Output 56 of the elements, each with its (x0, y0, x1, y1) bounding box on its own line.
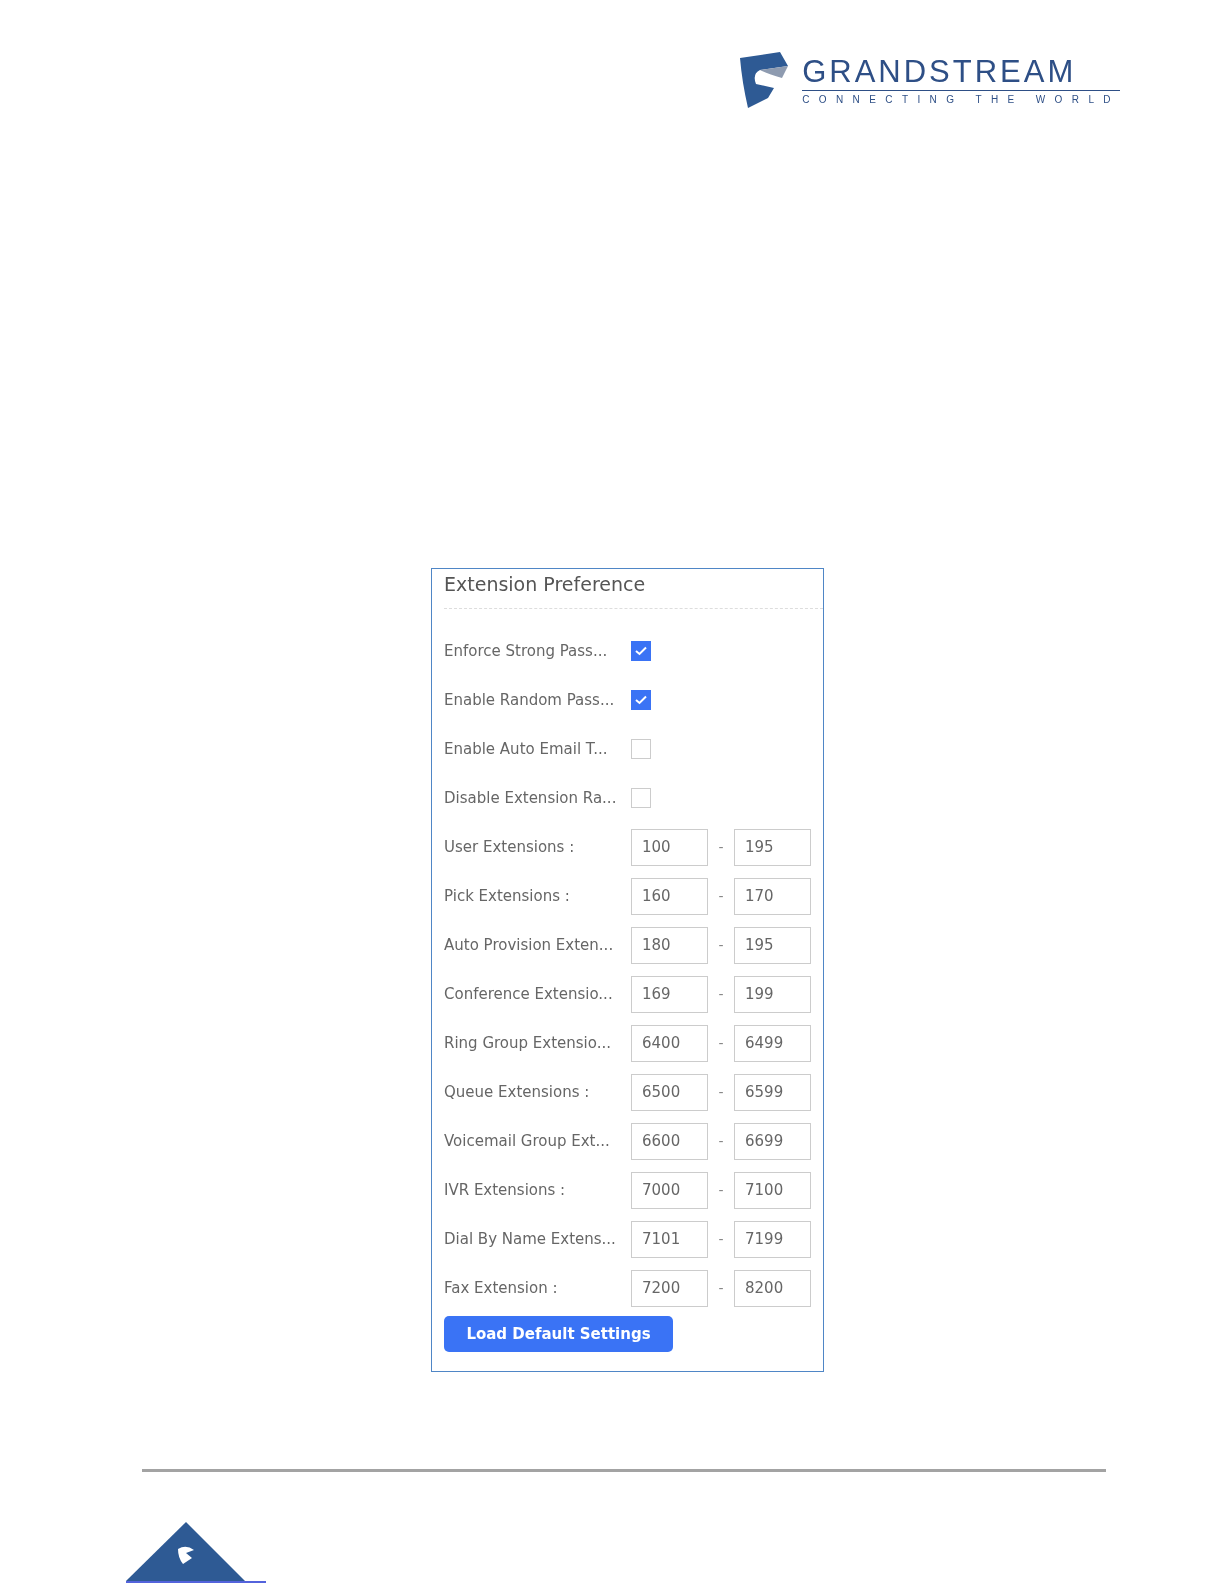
range-end-field[interactable]: 170 (734, 877, 811, 915)
range-start-field[interactable]: 6600 (631, 1122, 708, 1160)
range-separator: - (717, 1084, 725, 1100)
range-end-field[interactable]: 199 (734, 975, 811, 1013)
range-end-field[interactable]: 195 (734, 828, 811, 866)
checkbox[interactable] (631, 788, 651, 808)
range-start-field[interactable]: 7200 (631, 1269, 708, 1307)
range-start-field[interactable]: 180 (631, 926, 708, 964)
logo-name: GRANDSTREAM (802, 55, 1120, 91)
range-end-field[interactable]: 6499 (734, 1024, 811, 1062)
range-separator: - (717, 1280, 725, 1296)
checkbox[interactable] (631, 690, 651, 710)
footer-logo-icon (126, 1522, 266, 1584)
setting-label: Conference Extensio... (444, 985, 614, 1003)
checkbox[interactable] (631, 641, 651, 661)
checkbox[interactable] (631, 739, 651, 759)
range-separator: - (717, 1231, 725, 1247)
setting-label: User Extensions : (444, 838, 576, 856)
setting-label: Voicemail Group Ext... (444, 1132, 611, 1150)
setting-label: Enable Auto Email T... (444, 740, 609, 758)
setting-label: Enforce Strong Pass... (444, 642, 609, 660)
range-separator: - (717, 1182, 725, 1198)
range-start-field[interactable]: 7000 (631, 1171, 708, 1209)
range-end-field[interactable]: 7100 (734, 1171, 811, 1209)
range-end-field[interactable]: 6599 (734, 1073, 811, 1111)
range-end-field[interactable]: 8200 (734, 1269, 811, 1307)
check-icon (635, 646, 647, 656)
check-icon (635, 695, 647, 705)
range-start-field[interactable]: 6400 (631, 1024, 708, 1062)
panel-title: Extension Preference (444, 569, 823, 609)
range-end-field[interactable]: 7199 (734, 1220, 811, 1258)
setting-label: Enable Random Pass... (444, 691, 616, 709)
range-start-field[interactable]: 6500 (631, 1073, 708, 1111)
load-defaults-button[interactable]: Load Default Settings (444, 1316, 673, 1352)
logo-tagline: CONNECTING THE WORLD (802, 94, 1120, 105)
setting-label: IVR Extensions : (444, 1181, 567, 1199)
setting-label: Auto Provision Exten... (444, 936, 615, 954)
setting-label: Pick Extensions : (444, 887, 571, 905)
range-start-field[interactable]: 100 (631, 828, 708, 866)
range-start-field[interactable]: 7101 (631, 1220, 708, 1258)
range-start-field[interactable]: 169 (631, 975, 708, 1013)
range-separator: - (717, 1133, 725, 1149)
range-separator: - (717, 839, 725, 855)
setting-label: Disable Extension Ra... (444, 789, 618, 807)
setting-label: Queue Extensions : (444, 1083, 591, 1101)
setting-label: Fax Extension : (444, 1279, 559, 1297)
range-separator: - (717, 937, 725, 953)
setting-label: Dial By Name Extens... (444, 1230, 617, 1248)
range-separator: - (717, 1035, 725, 1051)
setting-label: Ring Group Extensio... (444, 1034, 612, 1052)
logo-mark-icon (738, 52, 791, 108)
range-separator: - (717, 888, 725, 904)
range-end-field[interactable]: 195 (734, 926, 811, 964)
range-end-field[interactable]: 6699 (734, 1122, 811, 1160)
range-separator: - (717, 986, 725, 1002)
range-start-field[interactable]: 160 (631, 877, 708, 915)
